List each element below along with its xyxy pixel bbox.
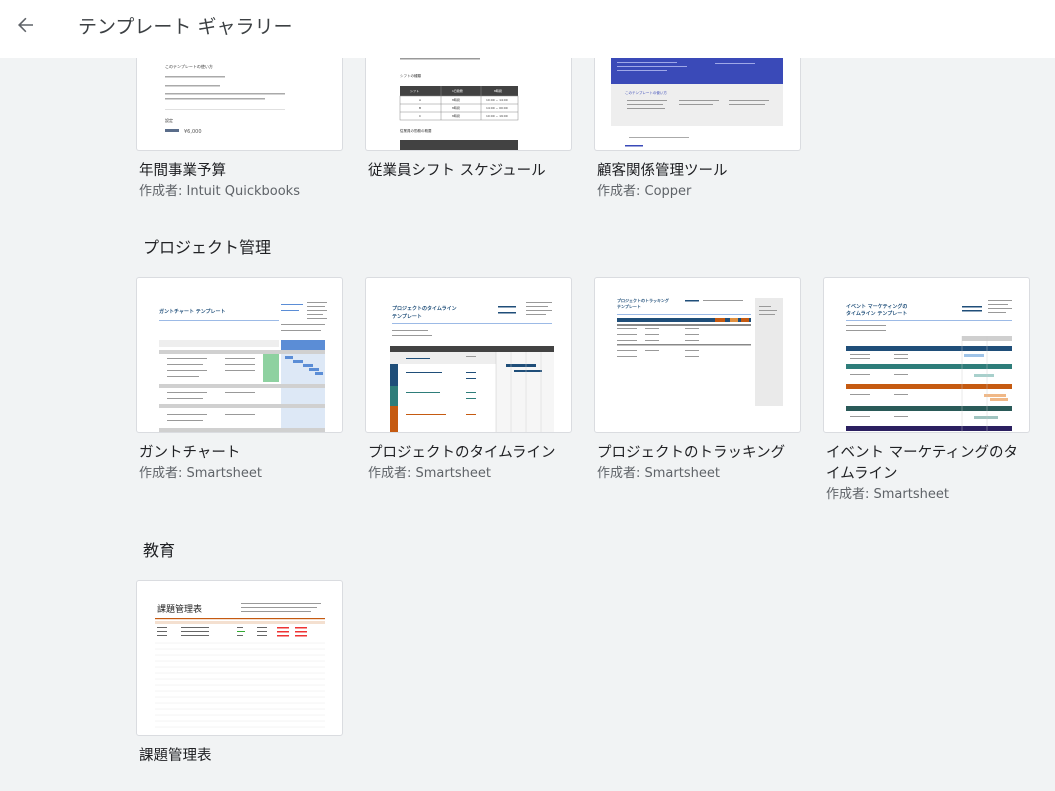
template-author: 作成者: Smartsheet — [826, 487, 949, 502]
thumb-text: 8時間 — [494, 88, 502, 93]
thumb-text: 従業員の勤務の概要 — [400, 128, 432, 133]
thumb-text: A — [419, 98, 422, 102]
template-card-annual-budget[interactable]: このテンプレートの使い方 設定 ¥6,000 年間事業予算 作成者: Intui… — [136, 58, 343, 202]
thumb-text: 8時間 — [452, 105, 460, 110]
back-button[interactable] — [10, 9, 42, 41]
thumb-text: イベント マーケティングの — [846, 303, 907, 310]
thumb-text: プロジェクトのタイムライン — [392, 305, 457, 312]
template-title: プロジェクトのトラッキング — [597, 445, 786, 461]
template-card-event-marketing[interactable]: イベント マーケティングの タイムライン テンプレート イベント マーケティング… — [823, 277, 1030, 505]
thumb-text: 10:00 ~ 14:00 — [486, 98, 508, 102]
template-title: 従業員シフト スケジュール — [368, 163, 546, 179]
template-card-issue-tracker[interactable]: 課題管理表 課題管理表 — [136, 580, 343, 767]
thumb-text: テンプレート — [617, 303, 641, 309]
thumb-text: 設定 — [165, 117, 173, 123]
template-gallery: このテンプレートの使い方 設定 ¥6,000 年間事業予算 作成者: Intui… — [0, 58, 1055, 791]
thumb-text: 課題管理表 — [157, 603, 202, 615]
template-thumbnail: プロジェクトのトラッキング テンプレート — [594, 277, 801, 433]
template-author: 作成者: Intuit Quickbooks — [139, 184, 300, 199]
template-author: 作成者: Smartsheet — [139, 466, 262, 481]
template-author: 作成者: Smartsheet — [597, 466, 720, 481]
thumb-text: ガントチャート テンプレート — [159, 308, 226, 315]
section-title-education: 教育 — [143, 541, 176, 560]
thumb-text: シフトの種類 — [400, 73, 421, 78]
thumb-text: プロジェクトのトラッキング — [617, 297, 669, 303]
template-title: プロジェクトのタイムライン — [368, 445, 556, 461]
template-card-gantt[interactable]: ガントチャート テンプレート ガントチャート 作成者: Smartsheet — [136, 277, 343, 484]
thumb-text: 10:00 ~ 19:00 — [486, 114, 508, 118]
thumb-text: 8時間 — [452, 113, 460, 118]
thumb-text: 14:00 ~ 00:00 — [486, 106, 508, 110]
template-title: 年間事業予算 — [139, 163, 226, 179]
template-thumbnail: ガントチャート テンプレート — [136, 277, 343, 433]
thumb-text: このテンプレートの使い方 — [165, 63, 213, 69]
thumb-text: テンプレート — [392, 313, 422, 320]
thumb-text: シフト — [410, 88, 419, 93]
template-card-project-timeline[interactable]: プロジェクトのタイムライン テンプレート プロジェクトのタイムライン 作成者: … — [365, 277, 572, 484]
template-thumbnail: このテンプレートの使い方 設定 ¥6,000 — [136, 58, 343, 151]
template-card-shift-schedule[interactable]: シフトの種類 シフト 1日勤務 8時間 A B C 8時間 8時間 8時間 10… — [365, 58, 572, 182]
header-bar: テンプレート ギャラリー — [0, 0, 1055, 58]
thumb-text: このテンプレートの使い方 — [625, 90, 667, 95]
template-card-project-tracking[interactable]: プロジェクトのトラッキング テンプレート プロジェクトのトラッキング 作成者: … — [594, 277, 801, 484]
template-title: イベント マーケティングのタイムライン — [826, 445, 1018, 482]
template-title: 課題管理表 — [139, 748, 212, 764]
arrow-back-icon — [18, 17, 33, 33]
template-thumbnail: 課題管理表 — [136, 580, 343, 736]
template-thumbnail: イベント マーケティングの タイムライン テンプレート — [823, 277, 1030, 433]
template-thumbnail: シフトの種類 シフト 1日勤務 8時間 A B C 8時間 8時間 8時間 10… — [365, 58, 572, 151]
thumb-text: 8時間 — [452, 97, 460, 102]
template-title: ガントチャート — [139, 445, 241, 461]
template-author: 作成者: Smartsheet — [368, 466, 491, 481]
template-thumbnail: プロジェクトのタイムライン テンプレート — [365, 277, 572, 433]
thumb-text: ¥6,000 — [184, 129, 202, 135]
template-card-crm[interactable]: このテンプレートの使い方 顧客関係管理ツール 作成者: Copper — [594, 58, 801, 202]
thumb-text: B — [419, 106, 421, 110]
thumb-text: タイムライン テンプレート — [846, 310, 907, 317]
template-author: 作成者: Copper — [597, 184, 692, 199]
thumb-text: C — [419, 114, 421, 118]
page-title: テンプレート ギャラリー — [78, 16, 293, 38]
thumb-text: 1日勤務 — [452, 88, 463, 93]
template-title: 顧客関係管理ツール — [597, 163, 728, 179]
section-title-project-management: プロジェクト管理 — [143, 238, 272, 257]
template-thumbnail: このテンプレートの使い方 — [594, 58, 801, 151]
